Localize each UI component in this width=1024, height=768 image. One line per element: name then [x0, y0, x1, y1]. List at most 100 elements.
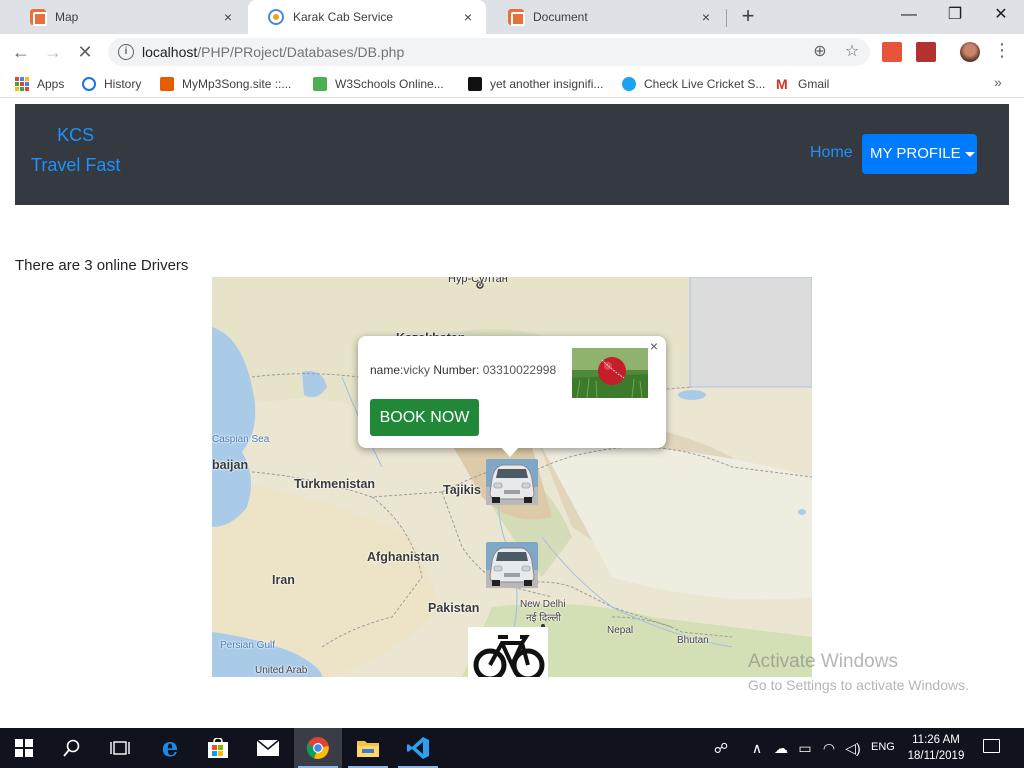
task-view-button[interactable]: [96, 728, 144, 768]
driver-info-text: name:vicky Number: 03310022998: [370, 363, 556, 377]
map-label-new-delhi: New Delhi: [520, 599, 566, 610]
tab-title: Document: [533, 10, 588, 24]
map-view[interactable]: Нур-Султан Kazakhstan Caspian Sea baijan…: [212, 277, 812, 677]
forward-button[interactable]: →: [40, 39, 66, 65]
bookmark-apps[interactable]: Apps: [15, 76, 64, 92]
close-tab-icon[interactable]: ×: [460, 9, 476, 25]
brand-line-2: Travel Fast: [31, 155, 121, 175]
bookmark-label: History: [104, 77, 142, 91]
driver-name: vicky: [403, 363, 431, 377]
bookmark-mymp3song[interactable]: MyMp3Song.site ::...: [160, 76, 291, 92]
taskbar-vscode[interactable]: [394, 728, 442, 768]
windows-logo-icon: [15, 739, 33, 757]
bicycle-icon: [468, 627, 548, 677]
people-icon[interactable]: ☍: [712, 739, 730, 757]
map-label-caspian-sea: Caspian Sea: [212, 434, 270, 445]
mail-icon: [257, 740, 279, 756]
pdf-extension-icon[interactable]: [916, 42, 936, 62]
driver-number: 03310022998: [482, 363, 557, 377]
map-label-new-delhi-hindi: नई दिल्ली: [526, 613, 562, 624]
brand-link[interactable]: KCS Travel Fast: [31, 120, 120, 180]
profile-avatar[interactable]: [960, 42, 980, 62]
driver-bike-marker[interactable]: [468, 627, 548, 677]
tab-map[interactable]: Map ×: [10, 0, 246, 34]
close-tab-icon[interactable]: ×: [220, 9, 236, 25]
bookmark-label: yet another insignifi...: [490, 77, 604, 91]
close-window-button[interactable]: ✕: [978, 0, 1024, 32]
language-indicator[interactable]: ENG: [871, 741, 895, 753]
onedrive-icon[interactable]: ☁: [772, 739, 790, 757]
vscode-icon: [407, 737, 429, 759]
my-profile-dropdown-button[interactable]: MY PROFILE: [862, 134, 977, 174]
watermark-line-1: Activate Windows: [748, 651, 898, 672]
clock-time: 11:26 AM: [912, 734, 960, 746]
menu-icon[interactable]: ⋮: [992, 40, 1012, 64]
folder-icon: [357, 741, 379, 757]
new-tab-button[interactable]: +: [736, 5, 760, 29]
taskbar-store[interactable]: [194, 728, 242, 768]
more-bookmarks-icon[interactable]: »: [994, 74, 1002, 90]
map-label-iran: Iran: [272, 573, 295, 587]
map-label-afghanistan: Afghanistan: [367, 550, 440, 564]
taskbar-edge[interactable]: e: [146, 728, 194, 768]
back-button[interactable]: ←: [8, 39, 34, 65]
clock[interactable]: 11:26 AM 18/11/2019: [903, 732, 969, 764]
map-label-top-city: Нур-Султан: [448, 277, 508, 285]
info-icon[interactable]: i: [118, 44, 134, 60]
bookmarks-bar: Apps History MyMp3Song.site ::... W3Scho…: [0, 70, 1024, 98]
xampp-icon: [30, 9, 47, 26]
maximize-button[interactable]: ❐: [932, 0, 978, 32]
mymp3song-icon: [160, 77, 174, 91]
home-link[interactable]: Home: [810, 144, 853, 162]
url-text[interactable]: localhost/PHP/PRoject/Databases/DB.php: [142, 44, 404, 60]
office-extension-icon[interactable]: [882, 42, 902, 62]
bookmark-cricket[interactable]: Check Live Cricket S...: [622, 76, 765, 92]
bookmark-w3schools[interactable]: W3Schools Online...: [313, 76, 444, 92]
search-button[interactable]: [48, 728, 96, 768]
my-profile-label: MY PROFILE: [870, 145, 961, 162]
taskbar-mail[interactable]: [244, 728, 292, 768]
bookmark-gmail[interactable]: M Gmail: [776, 76, 829, 92]
taskbar-file-explorer[interactable]: [344, 728, 392, 768]
map-label-uae: United Arab: [255, 665, 308, 676]
tab-karak-cab-service[interactable]: Karak Cab Service ×: [248, 0, 486, 34]
brand-line-1: KCS: [57, 125, 95, 145]
bookmark-star-icon[interactable]: ☆: [842, 42, 862, 62]
close-icon[interactable]: ×: [646, 338, 662, 354]
tab-document[interactable]: Document ×: [488, 0, 724, 34]
address-bar[interactable]: i localhost/PHP/PRoject/Databases/DB.php…: [108, 38, 870, 66]
wifi-icon[interactable]: ◠: [820, 739, 838, 757]
bookmark-insignificant[interactable]: yet another insignifi...: [468, 76, 603, 92]
history-icon: [82, 77, 96, 91]
driver-car-marker[interactable]: [486, 459, 538, 505]
taskbar-chrome[interactable]: [294, 728, 342, 768]
driver-photo: [572, 348, 648, 398]
cricket-icon: [622, 77, 636, 91]
volume-icon[interactable]: ◁): [844, 739, 862, 757]
notification-icon[interactable]: [983, 739, 1000, 753]
minimize-button[interactable]: —: [886, 0, 932, 32]
windows-taskbar: e ☍ ∧ ☁ ▭ ◠ ◁) ENG 11:26 AM 18/11/2019: [0, 728, 1024, 768]
stop-loading-button[interactable]: ✕: [72, 39, 98, 65]
start-button[interactable]: [0, 728, 48, 768]
map-label-bhutan: Bhutan: [677, 635, 709, 646]
tab-strip: Map × Karak Cab Service × Document × + —…: [0, 0, 1024, 34]
driver-car-marker[interactable]: [486, 542, 538, 588]
location-icon[interactable]: ⊕: [810, 42, 830, 62]
bookmark-label: W3Schools Online...: [335, 77, 444, 91]
map-label-persian-gulf: Persian Gulf: [220, 640, 276, 651]
close-tab-icon[interactable]: ×: [698, 9, 714, 25]
chrome-icon: [306, 737, 329, 759]
edge-icon: e: [161, 733, 179, 763]
search-icon: [63, 739, 80, 757]
car-icon: [486, 459, 538, 505]
tab-separator: [726, 9, 727, 27]
task-view-icon: [110, 741, 130, 755]
book-now-button[interactable]: BOOK NOW: [370, 399, 479, 436]
battery-icon[interactable]: ▭: [796, 739, 814, 757]
bookmark-history[interactable]: History: [82, 76, 141, 92]
chevron-up-icon[interactable]: ∧: [748, 739, 766, 757]
driver-info-popup: × name:vicky Number: 03310022998 BOOK NO…: [358, 336, 666, 457]
map-label-nepal: Nepal: [607, 625, 634, 636]
tab-title: Karak Cab Service: [293, 10, 394, 24]
